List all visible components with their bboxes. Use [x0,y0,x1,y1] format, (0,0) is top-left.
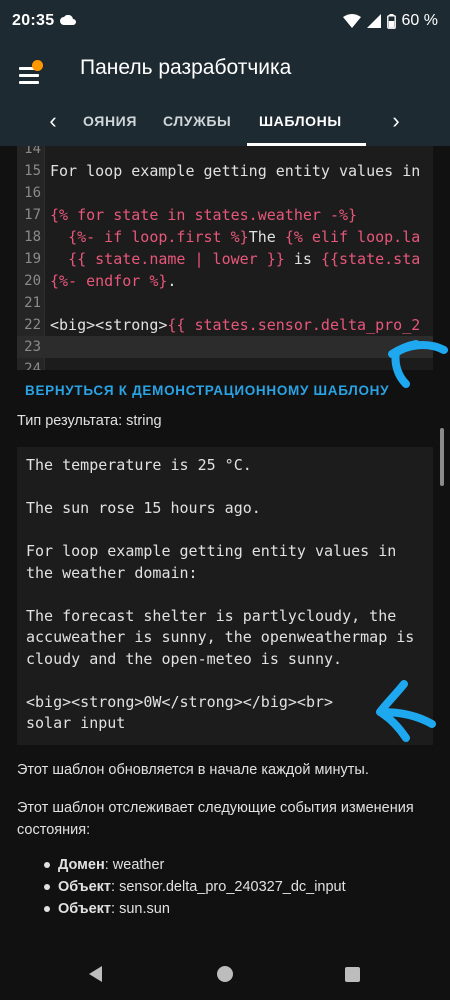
event-label: Объект [58,901,112,917]
line-number: 22 [24,317,41,333]
code-line[interactable]: 17 {% for state in states.weather -%} [17,204,433,226]
code-text: <big><strong>{{ states.sensor.delta_pro_… [50,316,421,334]
tab-bar: ‹ ОЯНИЯ СЛУЖБЫ ШАБЛОНЫ › [0,100,450,146]
line-number: 17 [24,207,41,223]
status-time: 20:35 [12,12,55,29]
event-label: Домен [58,857,105,873]
listened-events-list: Домен: weather Объект: sensor.delta_pro_… [44,854,346,920]
update-note: Этот шаблон обновляется в начале каждой … [17,762,369,778]
scrollbar[interactable] [440,428,444,486]
template-editor[interactable]: 14 15 For loop example getting entity valu… [17,146,433,370]
code-text: {%- if loop.first %}The {% elif loop.la [68,228,421,246]
result-paragraph: The temperature is 25 °C. [26,456,252,474]
code-line[interactable]: 18 {%- if loop.first %}The {% elif loop.… [17,226,433,248]
code-text: {{ state.name | lower }} is {{state.sta [68,250,421,268]
home-icon[interactable] [217,966,233,982]
page-title: Панель разработчика [80,56,292,79]
line-number: 23 [24,339,41,355]
line-number: 19 [24,251,41,267]
listen-note: Этот шаблон отслеживает следующие событи… [17,800,414,838]
app-bar: Панель разработчика ‹ ОЯНИЯ СЛУЖБЫ ШАБЛО… [0,44,450,146]
tab-templates[interactable]: ШАБЛОНЫ [259,113,342,129]
battery-icon [386,13,396,29]
code-line[interactable]: 21 [17,292,433,314]
tab-scroll-right-icon[interactable]: › [383,108,409,134]
event-value: : sensor.delta_pro_240327_dc_input [111,879,346,895]
line-number: 14 [24,146,41,157]
list-item: Домен: weather [44,854,346,876]
line-number: 18 [24,229,41,245]
menu-icon-bar [19,74,39,77]
list-item: Объект: sun.sun [44,898,346,920]
line-number: 24 [24,361,41,370]
code-line[interactable]: 24 [17,358,433,370]
battery-percent: 60 % [401,12,438,29]
result-paragraph: The forecast shelter is partlycloudy, th… [26,606,415,668]
template-result: The temperature is 25 °C. The sun rose 1… [17,447,433,745]
code-line[interactable]: 19 {{ state.name | lower }} is {{state.s… [17,248,433,270]
event-value: : weather [104,857,165,873]
menu-button[interactable] [14,58,50,94]
recents-icon[interactable] [345,967,360,982]
signal-icon [366,14,381,28]
back-icon[interactable] [86,964,106,984]
result-paragraph: The sun rose 15 hours ago. [26,499,261,517]
tab-states[interactable]: ОЯНИЯ [83,113,137,129]
line-number: 21 [24,295,41,311]
code-line[interactable]: 22 <big><strong>{{ states.sensor.delta_pr… [17,314,433,336]
code-line[interactable]: 16 [17,182,433,204]
code-line[interactable]: 23 [17,336,433,358]
wifi-icon [342,14,361,28]
tab-scroll-left-icon[interactable]: ‹ [40,108,66,134]
result-type: Тип результата: string [17,413,162,429]
code-text: {% for state in states.weather -%} [50,206,358,224]
reset-demo-template-link[interactable]: ВЕРНУТЬСЯ К ДЕМОНСТРАЦИОННОМУ ШАБЛОНУ [25,383,389,398]
list-item: Объект: sensor.delta_pro_240327_dc_input [44,876,346,898]
line-number: 16 [24,185,41,201]
code-text: {%- endfor %}. [50,272,177,290]
result-paragraph: For loop example getting entity values i… [26,542,397,582]
annotation-arrow-icon [376,680,436,742]
notification-dot [32,60,43,71]
cloud-icon [60,15,76,25]
status-bar: 20:35 60 % [0,0,450,44]
code-line[interactable]: 20 {%- endfor %}. [17,270,433,292]
system-nav-bar [0,950,450,1000]
result-paragraph: <big><strong>0W</strong></big><br> solar… [26,692,334,733]
event-value: : sun.sun [111,901,170,917]
line-number: 15 [24,163,41,179]
menu-icon-bar [19,81,39,84]
code-line[interactable]: 14 [17,146,433,160]
code-text: For loop example getting entity values i… [50,162,421,180]
tab-services[interactable]: СЛУЖБЫ [163,113,231,129]
event-label: Объект [58,879,112,895]
code-line[interactable]: 15 For loop example getting entity values… [17,160,433,182]
line-number: 20 [24,273,41,289]
